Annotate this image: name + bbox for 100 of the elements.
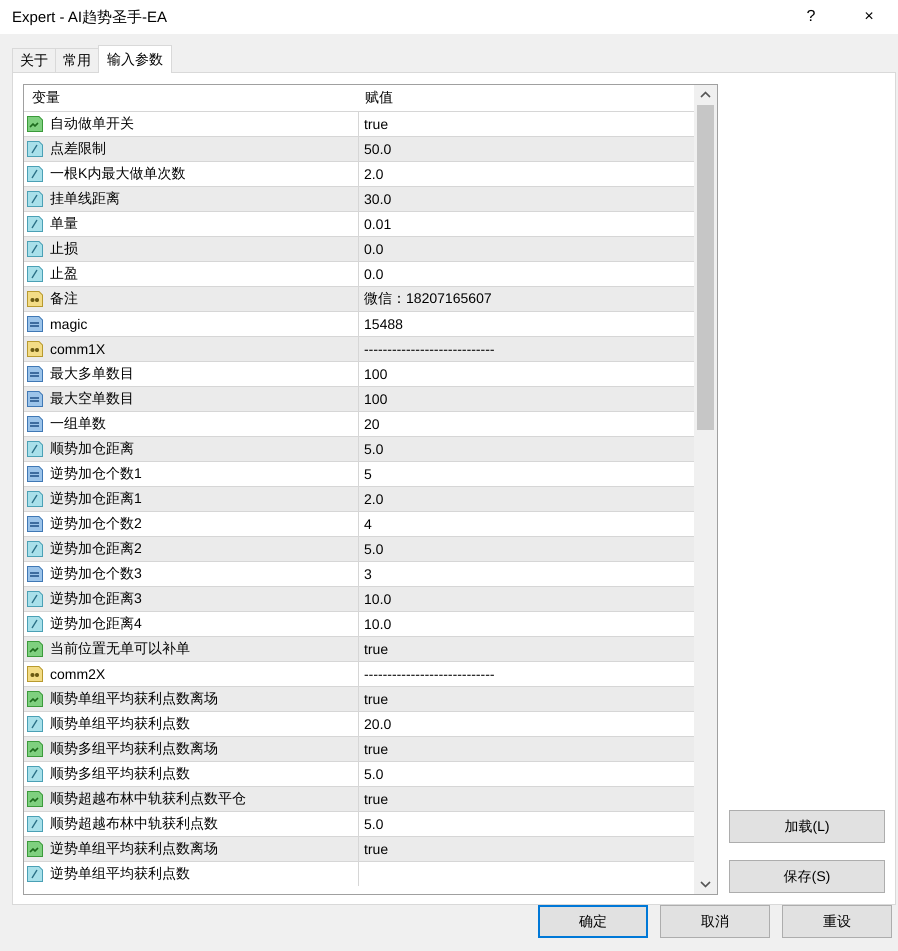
document-icon xyxy=(26,690,44,708)
dialog-button[interactable]: 加载(L) xyxy=(729,810,885,843)
document-icon xyxy=(26,490,44,508)
document-icon xyxy=(26,590,44,608)
variable-name: 逆势加仓个数2 xyxy=(50,515,142,533)
document-icon xyxy=(26,190,44,208)
document-icon xyxy=(26,740,44,758)
document-icon xyxy=(26,840,44,858)
variable-name: 单量 xyxy=(50,215,78,233)
variable-name: 挂单线距离 xyxy=(50,190,120,208)
document-icon xyxy=(26,465,44,483)
variable-value: 0.0 xyxy=(364,241,384,257)
document-icon xyxy=(26,265,44,283)
close-button[interactable]: × xyxy=(840,0,898,34)
variable-name: 顺势多组平均获利点数离场 xyxy=(50,740,218,758)
document-icon xyxy=(26,665,44,683)
variable-value: ---------------------------- xyxy=(364,341,495,357)
variable-value: true xyxy=(364,116,388,132)
document-icon xyxy=(26,140,44,158)
variable-name: 点差限制 xyxy=(50,140,106,158)
variable-name: 顺势单组平均获利点数离场 xyxy=(50,690,218,708)
variable-name: 顺势单组平均获利点数 xyxy=(50,715,190,733)
variable-name: 顺势多组平均获利点数 xyxy=(50,765,190,783)
tab[interactable]: 关于 xyxy=(12,48,56,72)
document-icon xyxy=(26,215,44,233)
variable-value: true xyxy=(364,791,388,807)
help-button[interactable]: ? xyxy=(782,0,840,34)
variable-value: 10.0 xyxy=(364,591,392,607)
document-icon xyxy=(26,815,44,833)
scroll-thumb[interactable] xyxy=(697,105,714,430)
variable-name: 逆势加仓距离4 xyxy=(50,615,142,633)
document-icon xyxy=(26,365,44,383)
document-icon xyxy=(26,415,44,433)
variable-value: 20 xyxy=(364,416,380,432)
variable-name: 逆势加仓个数1 xyxy=(50,465,142,483)
document-icon xyxy=(26,640,44,658)
variable-name: comm2X xyxy=(50,666,106,682)
variable-value: 2.0 xyxy=(364,491,384,507)
variable-name: 逆势加仓个数3 xyxy=(50,565,142,583)
variable-value: 100 xyxy=(364,391,388,407)
variable-value: 3 xyxy=(364,566,372,582)
variable-value: 30.0 xyxy=(364,191,392,207)
variable-name: 止损 xyxy=(50,240,78,258)
document-icon xyxy=(26,440,44,458)
variable-name: 顺势超越布林中轨获利点数 xyxy=(50,815,218,833)
variable-value: 5.0 xyxy=(364,766,384,782)
dialog-button[interactable]: 取消 xyxy=(660,905,770,938)
variable-name: magic xyxy=(50,316,88,332)
scrollbar[interactable] xyxy=(694,85,717,894)
document-icon xyxy=(26,165,44,183)
variable-value: ---------------------------- xyxy=(364,666,495,682)
variable-name: 自动做单开关 xyxy=(50,115,134,133)
document-icon xyxy=(26,340,44,358)
variable-name: 备注 xyxy=(50,290,78,308)
variable-value: 5.0 xyxy=(364,816,384,832)
variable-value: 2.0 xyxy=(364,166,384,182)
variable-value: 15488 xyxy=(364,316,403,332)
variable-value: 0.0 xyxy=(364,266,384,282)
variable-value: true xyxy=(364,641,388,657)
variable-name: 逆势加仓距离3 xyxy=(50,590,142,608)
variable-name: 顺势超越布林中轨获利点数平仓 xyxy=(50,790,246,808)
variable-name: 最大空单数目 xyxy=(50,390,134,408)
variable-value: 4 xyxy=(364,516,372,532)
column-header: 赋值 xyxy=(364,89,394,107)
variable-value: 微信：18207165607 xyxy=(364,290,492,308)
variable-value: true xyxy=(364,841,388,857)
document-icon xyxy=(26,390,44,408)
document-icon xyxy=(26,315,44,333)
dialog-button[interactable]: 保存(S) xyxy=(729,860,885,893)
variable-value: 5.0 xyxy=(364,441,384,457)
document-icon xyxy=(26,240,44,258)
variable-value: 0.01 xyxy=(364,216,392,232)
variable-name: 一组单数 xyxy=(50,415,106,433)
variable-value: true xyxy=(364,741,388,757)
variable-name: 当前位置无单可以补单 xyxy=(50,640,190,658)
variable-name: comm1X xyxy=(50,341,106,357)
variable-name: 逆势单组平均获利点数离场 xyxy=(50,840,218,858)
column-header: 变量 xyxy=(31,89,61,107)
variable-name: 一根K内最大做单次数 xyxy=(50,165,186,183)
document-icon xyxy=(26,715,44,733)
variable-value: 5.0 xyxy=(364,541,384,557)
document-icon xyxy=(26,765,44,783)
variable-name: 止盈 xyxy=(50,265,78,283)
variable-value: 10.0 xyxy=(364,616,392,632)
dialog-button[interactable]: 确定 xyxy=(538,905,648,938)
document-icon xyxy=(26,540,44,558)
variable-value: true xyxy=(364,691,388,707)
document-icon xyxy=(26,865,44,883)
variable-value: 100 xyxy=(364,366,388,382)
dialog-button[interactable]: 重设 xyxy=(782,905,892,938)
variable-name: 逆势加仓距离2 xyxy=(50,540,142,558)
tab[interactable]: 输入参数 xyxy=(98,45,172,73)
variable-name: 最大多单数目 xyxy=(50,365,134,383)
document-icon xyxy=(26,615,44,633)
document-icon xyxy=(26,565,44,583)
variable-value: 20.0 xyxy=(364,716,392,732)
window-title: Expert - AI趋势圣手-EA xyxy=(11,8,168,26)
variable-name: 顺势加仓距离 xyxy=(50,440,134,458)
document-icon xyxy=(26,290,44,308)
document-icon xyxy=(26,115,44,133)
